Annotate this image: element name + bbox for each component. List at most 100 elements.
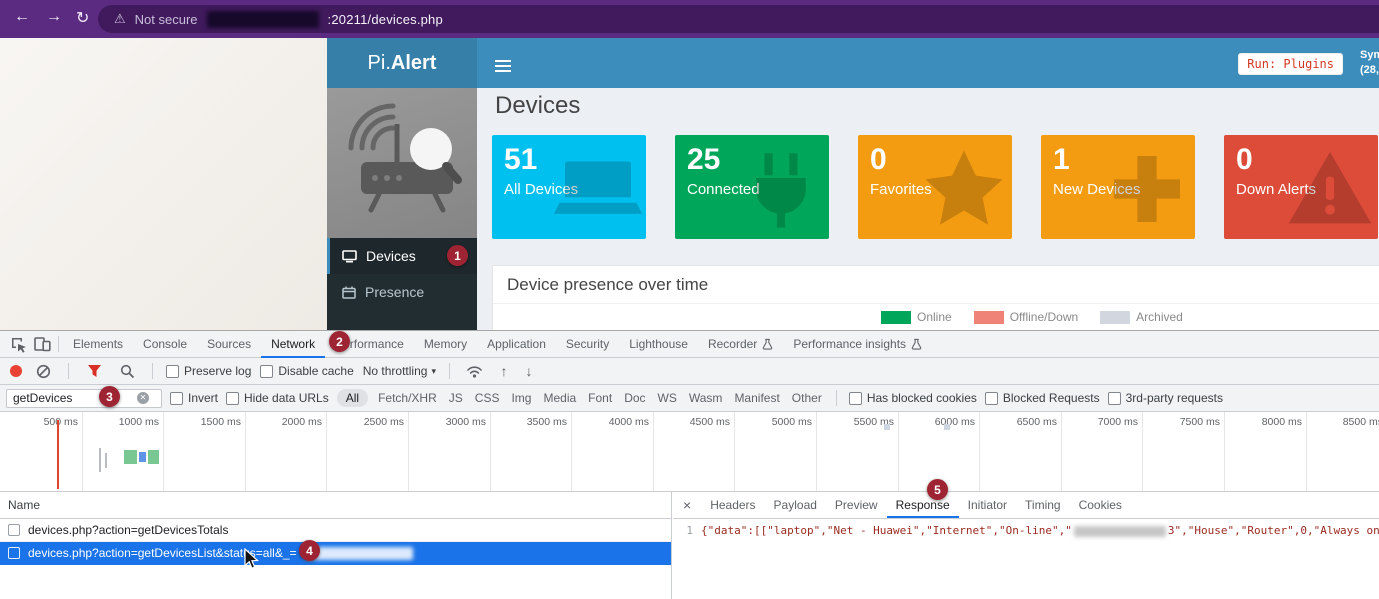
filter-type-wasm[interactable]: Wasm — [687, 389, 725, 407]
requests-list: Name devices.php?action=getDevicesTotals… — [0, 492, 672, 599]
card-connected[interactable]: 25 Connected — [675, 135, 829, 239]
third-party-requests-checkbox[interactable]: 3rd-party requests — [1108, 391, 1223, 405]
tab-payload[interactable]: Payload — [765, 492, 826, 518]
app-navbar: Run: Plugins Sym (28, — [477, 38, 1379, 88]
hide-data-urls-checkbox[interactable]: Hide data URLs — [226, 391, 329, 405]
legend-swatch-archived — [1100, 311, 1130, 324]
filter-type-media[interactable]: Media — [541, 389, 578, 407]
timeline-gridline — [734, 412, 735, 491]
tab-console[interactable]: Console — [133, 331, 197, 358]
timeline-label: 6500 ms — [997, 416, 1057, 428]
app-logo[interactable]: Pi.Alert — [327, 38, 477, 88]
tab-lighthouse[interactable]: Lighthouse — [619, 331, 698, 358]
network-overview-timeline[interactable]: 500 ms 1000 ms 1500 ms 2000 ms 2500 ms 3… — [0, 412, 1379, 492]
filter-type-fetch-xhr[interactable]: Fetch/XHR — [376, 389, 439, 407]
checkbox[interactable] — [170, 392, 183, 405]
checkbox[interactable] — [166, 365, 179, 378]
card-new-devices[interactable]: 1 New Devices — [1041, 135, 1195, 239]
timeline-gridline — [1224, 412, 1225, 491]
network-conditions-icon[interactable] — [463, 359, 487, 383]
clear-filter-icon[interactable]: ✕ — [137, 392, 149, 404]
card-down-alerts[interactable]: 0 Down Alerts — [1224, 135, 1378, 239]
checkbox[interactable] — [226, 392, 239, 405]
has-blocked-cookies-checkbox[interactable]: Has blocked cookies — [849, 391, 977, 405]
clear-icon[interactable] — [31, 359, 55, 383]
tab-recorder[interactable]: Recorder — [698, 331, 783, 358]
tab-sources[interactable]: Sources — [197, 331, 261, 358]
timeline-gridline — [1061, 412, 1062, 491]
filter-type-manifest[interactable]: Manifest — [732, 389, 781, 407]
annotation-badge-4: 4 — [299, 540, 320, 561]
close-details-icon[interactable]: × — [673, 497, 701, 513]
blocked-requests-checkbox[interactable]: Blocked Requests — [985, 391, 1100, 405]
tab-initiator[interactable]: Initiator — [959, 492, 1016, 518]
tab-timing[interactable]: Timing — [1016, 492, 1070, 518]
tab-cookies[interactable]: Cookies — [1070, 492, 1131, 518]
file-icon — [8, 547, 20, 559]
card-favorites[interactable]: 0 Favorites — [858, 135, 1012, 239]
divider — [836, 390, 837, 406]
tab-network[interactable]: Network — [261, 331, 325, 358]
response-body[interactable]: 1 {"data":[["laptop","Net - Huawei","Int… — [673, 518, 1379, 599]
checkbox[interactable] — [260, 365, 273, 378]
throttling-select[interactable]: No throttling ▾ — [363, 364, 436, 378]
filter-type-doc[interactable]: Doc — [622, 389, 647, 407]
filter-funnel-icon[interactable] — [82, 359, 106, 383]
run-plugins-button[interactable]: Run: Plugins — [1238, 53, 1343, 75]
export-har-icon[interactable]: ↓ — [521, 363, 537, 379]
not-secure-warning-icon[interactable]: ⚠ — [114, 11, 126, 27]
reload-icon[interactable]: ↻ — [76, 8, 89, 28]
preserve-log-checkbox[interactable]: Preserve log — [166, 364, 251, 378]
invert-checkbox[interactable]: Invert — [170, 391, 218, 405]
sidebar-toggle-icon[interactable] — [495, 57, 511, 75]
legend-item-online: Online — [881, 310, 952, 324]
tab-elements[interactable]: Elements — [63, 331, 133, 358]
filter-type-ws[interactable]: WS — [656, 389, 679, 407]
import-har-icon[interactable]: ↑ — [496, 363, 512, 379]
tab-security[interactable]: Security — [556, 331, 619, 358]
request-row[interactable]: devices.php?action=getDevicesTotals — [0, 519, 671, 542]
filter-type-css[interactable]: CSS — [473, 389, 502, 407]
sidebar-item-presence[interactable]: Presence — [327, 274, 477, 310]
timeline-gridline — [163, 412, 164, 491]
checkbox[interactable] — [985, 392, 998, 405]
url-path: :20211/devices.php — [328, 12, 443, 27]
checkbox[interactable] — [1108, 392, 1121, 405]
response-text-after: 3","House","Router",0,"Always on" — [1168, 524, 1379, 537]
checkbox[interactable] — [849, 392, 862, 405]
timeline-gridline — [326, 412, 327, 491]
inspect-element-icon[interactable] — [6, 332, 30, 356]
browser-toolbar: ← → ↻ ⚠ Not secure :20211/devices.php — [0, 0, 1379, 38]
timeline-label: 7500 ms — [1160, 416, 1220, 428]
disable-cache-checkbox[interactable]: Disable cache — [260, 364, 353, 378]
tab-response[interactable]: Response — [887, 492, 959, 518]
tab-headers[interactable]: Headers — [701, 492, 764, 518]
search-icon[interactable] — [115, 359, 139, 383]
record-button[interactable] — [10, 365, 22, 377]
filter-type-font[interactable]: Font — [586, 389, 614, 407]
device-toolbar-icon[interactable] — [30, 332, 54, 356]
line-number: 1 — [673, 524, 693, 599]
tab-memory[interactable]: Memory — [414, 331, 477, 358]
filter-type-js[interactable]: JS — [447, 389, 465, 407]
card-all-devices[interactable]: 51 All Devices — [492, 135, 646, 239]
back-icon[interactable]: ← — [14, 8, 30, 26]
timeline-gridline — [816, 412, 817, 491]
throttling-value: No throttling — [363, 364, 428, 378]
filter-type-all[interactable]: All — [337, 389, 368, 407]
timeline-label: 500 ms — [18, 416, 78, 428]
request-row-selected[interactable]: devices.php?action=getDevicesList&status… — [0, 542, 671, 565]
filter-type-other[interactable]: Other — [790, 389, 824, 407]
laptop-icon — [554, 145, 642, 236]
address-bar[interactable]: ⚠ Not secure :20211/devices.php — [98, 5, 1379, 33]
tab-performance-insights[interactable]: Performance insights — [783, 331, 932, 358]
timeline-activity — [884, 424, 890, 430]
filter-type-img[interactable]: Img — [509, 389, 533, 407]
legend-item-offline: Offline/Down — [974, 310, 1078, 324]
tab-application[interactable]: Application — [477, 331, 556, 358]
column-header-name[interactable]: Name — [0, 492, 671, 519]
tab-preview[interactable]: Preview — [826, 492, 887, 518]
page-background — [0, 38, 327, 330]
user-info[interactable]: Sym (28, — [1360, 48, 1379, 78]
forward-icon[interactable]: → — [46, 8, 62, 26]
